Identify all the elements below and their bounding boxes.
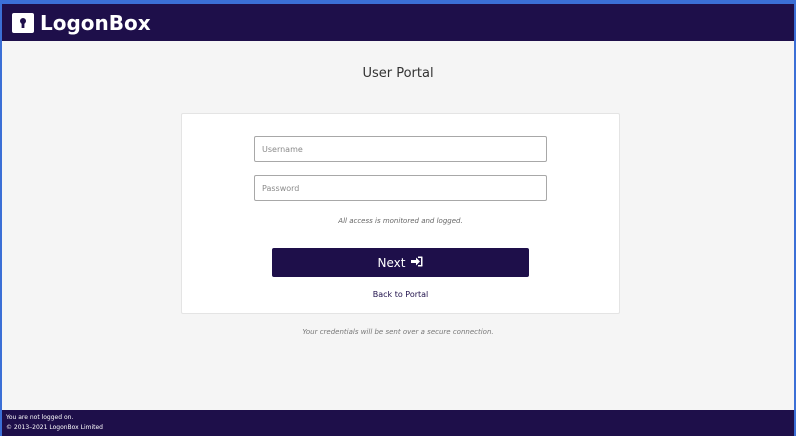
secure-connection-note: Your credentials will be sent over a sec… xyxy=(302,328,494,336)
login-card: All access is monitored and logged. Next… xyxy=(181,113,620,314)
username-input[interactable] xyxy=(254,136,547,162)
logo[interactable]: LogonBox xyxy=(12,11,151,35)
keyhole-icon xyxy=(12,12,34,33)
footer: You are not logged on. © 2013–2021 Logon… xyxy=(2,410,794,436)
next-button[interactable]: Next xyxy=(272,248,529,277)
page-title: User Portal xyxy=(362,66,434,81)
top-bar: LogonBox xyxy=(2,4,794,41)
password-input[interactable] xyxy=(254,175,547,201)
next-button-label: Next xyxy=(377,255,406,270)
back-to-portal-link[interactable]: Back to Portal xyxy=(182,290,619,299)
monitoring-notice: All access is monitored and logged. xyxy=(338,217,463,225)
copyright: © 2013–2021 LogonBox Limited xyxy=(6,424,103,431)
sign-in-icon xyxy=(411,256,423,270)
login-status: You are not logged on. xyxy=(6,414,74,421)
brand-name: LogonBox xyxy=(40,10,151,35)
